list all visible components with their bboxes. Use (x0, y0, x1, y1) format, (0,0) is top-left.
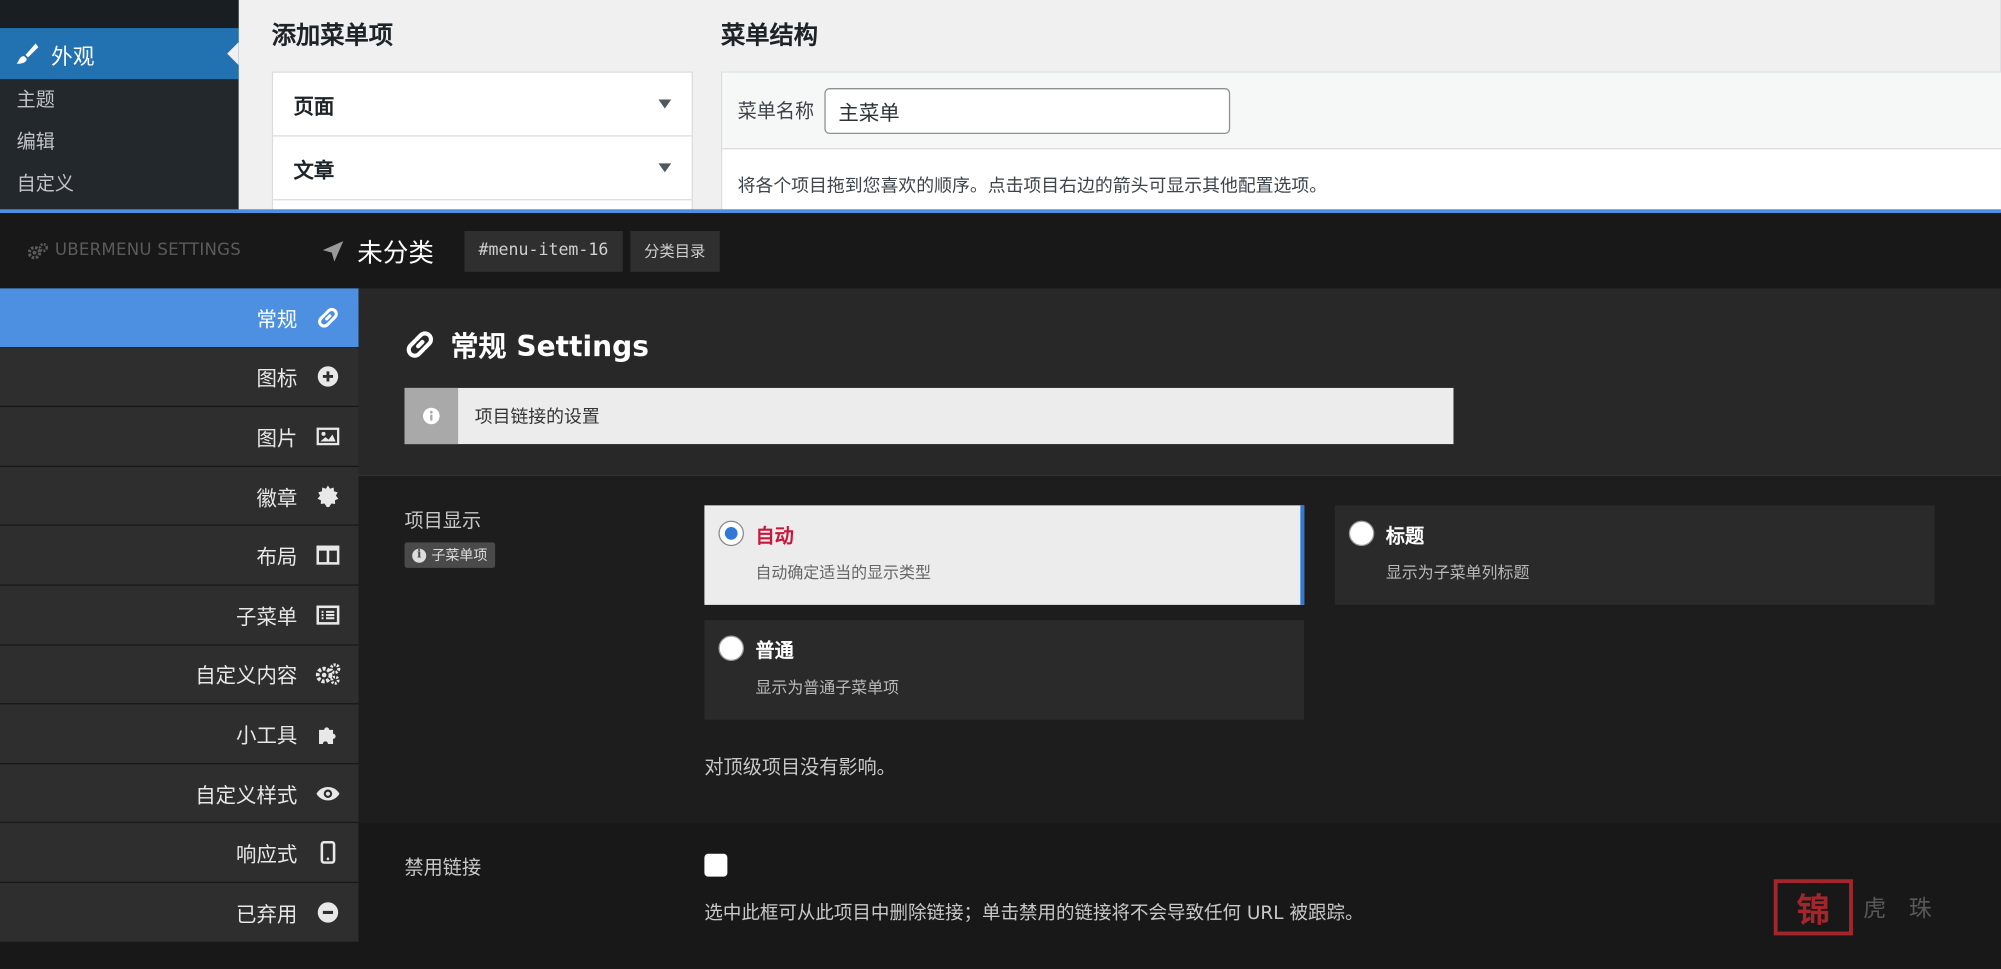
item-title-text: 未分类 (357, 237, 434, 268)
nav-item-badge[interactable]: 徽章 (0, 466, 359, 527)
option-desc: 自动确定适当的显示类型 (755, 562, 931, 582)
option-header[interactable]: 标题 显示为子菜单列标题 (1334, 505, 1935, 605)
option-title: 自动 (755, 524, 794, 548)
sidebar-sub-customize[interactable]: 自定义 (0, 163, 239, 205)
disable-label: 禁用链接 (404, 856, 482, 880)
menu-name-input[interactable] (824, 87, 1231, 134)
watermark-text: 虎 珠 (1863, 895, 1940, 923)
ubermenu-brand: UBERMENU SETTINGS (0, 241, 306, 260)
nav-label: 已弃用 (236, 901, 298, 927)
eye-icon (315, 780, 341, 806)
menu-item-title: 未分类 (322, 232, 434, 269)
nav-label: 图标 (256, 366, 298, 391)
radio-normal[interactable] (718, 635, 744, 662)
nav-label: 响应式 (236, 842, 298, 867)
sidebar-item-appearance[interactable]: 外观 (0, 28, 239, 80)
item-type-tag: 分类目录 (630, 230, 720, 272)
disable-desc: 选中此框可从此项目中删除链接；单击禁用的链接将不会导致任何 URL 被跟踪。 (704, 903, 1364, 924)
sidebar-item-label: 外观 (51, 44, 95, 70)
nav-item-image[interactable]: 图片 (0, 407, 359, 467)
nav-label: 徽章 (256, 485, 298, 510)
nav-item-layout[interactable]: 布局 (0, 526, 359, 586)
nav-label: 常规 (256, 307, 298, 332)
wp-admin-background: 外观 主题 编辑 自定义 添加菜单项 页面 文章 菜单结构 菜单名称 将各个项目… (0, 0, 2001, 212)
link-icon (315, 305, 341, 331)
plus-circle-icon (315, 364, 341, 390)
mobile-icon (315, 840, 341, 866)
puzzle-icon (315, 721, 341, 747)
menu-name-row: 菜单名称 (722, 72, 2001, 150)
caret-down-icon (658, 99, 672, 109)
nav-item-custom-style[interactable]: 自定义样式 (0, 764, 359, 824)
info-icon (404, 387, 459, 445)
menu-name-label: 菜单名称 (737, 99, 815, 123)
ubermenu-header: UBERMENU SETTINGS 未分类 #menu-item-16 分类目录 (0, 213, 2001, 289)
option-normal[interactable]: 普通 显示为普通子菜单项 (704, 620, 1305, 720)
cogs-icon (28, 242, 48, 260)
list-icon (315, 602, 341, 628)
option-desc: 显示为普通子菜单项 (755, 677, 900, 697)
location-arrow-icon (322, 239, 345, 262)
nav-label: 子菜单 (236, 604, 298, 629)
link-icon (405, 329, 436, 360)
nav-label: 自定义内容 (195, 664, 298, 689)
accordion-posts[interactable]: 文章 (273, 137, 692, 201)
option-auto[interactable]: 自动 自动确定适当的显示类型 (704, 505, 1305, 605)
image-icon (315, 424, 341, 450)
nav-label: 图片 (256, 426, 298, 451)
caret-down-icon (658, 163, 672, 173)
field-item-display: 项目显示 i 子菜单项 自动 自动确定适当的显示类型 标题 显示为子菜单列标题 … (358, 475, 2001, 824)
badge-text: 子菜单项 (431, 547, 488, 565)
nav-label: 小工具 (236, 723, 298, 748)
add-menu-items-title: 添加菜单项 (271, 21, 394, 50)
accordion-label: 页面 (293, 93, 335, 119)
badge-icon (315, 483, 341, 509)
display-note: 对顶级项目没有影响。 (704, 755, 896, 779)
nav-label: 自定义样式 (195, 782, 298, 808)
info-bar: 项目链接的设置 (404, 387, 1454, 445)
nav-item-submenu[interactable]: 子菜单 (0, 585, 359, 646)
info-icon: i (412, 548, 427, 563)
option-title: 普通 (755, 639, 794, 663)
disable-link-checkbox[interactable] (704, 853, 728, 877)
wp-admin-sidebar: 外观 主题 编辑 自定义 (0, 0, 239, 212)
section-title: 常规 Settings (405, 324, 649, 365)
wp-sidebar-topbar (0, 0, 239, 29)
nav-item-deprecated[interactable]: 已弃用 (0, 882, 359, 943)
watermark: 锦 虎 珠 (1773, 878, 1965, 937)
columns-icon (315, 543, 341, 569)
menu-structure-title: 菜单结构 (720, 21, 819, 50)
accordion-label: 文章 (293, 157, 335, 182)
display-label: 项目显示 (404, 509, 482, 533)
info-text: 项目链接的设置 (474, 407, 600, 428)
settings-main: 常规 Settings 项目链接的设置 项目显示 i 子菜单项 自动 自动确定适… (358, 288, 2001, 969)
menu-structure-description: 将各个项目拖到您喜欢的顺序。点击项目右边的箭头可显示其他配置选项。 (737, 176, 1328, 197)
submenu-item-badge: i 子菜单项 (404, 542, 496, 568)
option-desc: 显示为子菜单列标题 (1385, 562, 1530, 582)
option-title: 标题 (1385, 524, 1425, 548)
sidebar-sub-editor[interactable]: 编辑 (0, 121, 239, 163)
radio-auto[interactable] (718, 520, 744, 547)
cogs-icon (315, 661, 341, 687)
minus-circle-icon (315, 899, 341, 925)
menu-structure-box: 菜单名称 将各个项目拖到您喜欢的顺序。点击项目右边的箭头可显示其他配置选项。 (720, 71, 2001, 212)
field-disable-link: 禁用链接 选中此框可从此项目中删除链接；单击禁用的链接将不会导致任何 URL 被… (358, 823, 2001, 969)
accordion-pages[interactable]: 页面 (273, 73, 692, 137)
settings-nav: 常规 图标 图片 徽章 布局 子菜单 自定义内容 小工具 自定义样式 响应式 已… (0, 288, 369, 969)
brand-label: UBERMENU SETTINGS (54, 241, 242, 261)
nav-item-icon[interactable]: 图标 (0, 347, 359, 408)
watermark-seal: 锦 (1773, 879, 1853, 936)
nav-label: 布局 (256, 545, 298, 570)
paintbrush-icon (13, 40, 41, 68)
section-header: 常规 Settings 项目链接的设置 (358, 288, 2001, 476)
radio-header[interactable] (1348, 520, 1375, 547)
section-title-text: 常规 Settings (450, 331, 649, 364)
add-items-accordion: 页面 文章 (271, 71, 693, 212)
nav-item-custom-content[interactable]: 自定义内容 (0, 645, 359, 705)
item-id-tag: #menu-item-16 (464, 230, 623, 272)
nav-item-responsive[interactable]: 响应式 (0, 823, 359, 883)
nav-item-widgets[interactable]: 小工具 (0, 704, 359, 765)
sidebar-sub-themes[interactable]: 主题 (0, 79, 239, 121)
nav-item-general[interactable]: 常规 (0, 288, 369, 348)
